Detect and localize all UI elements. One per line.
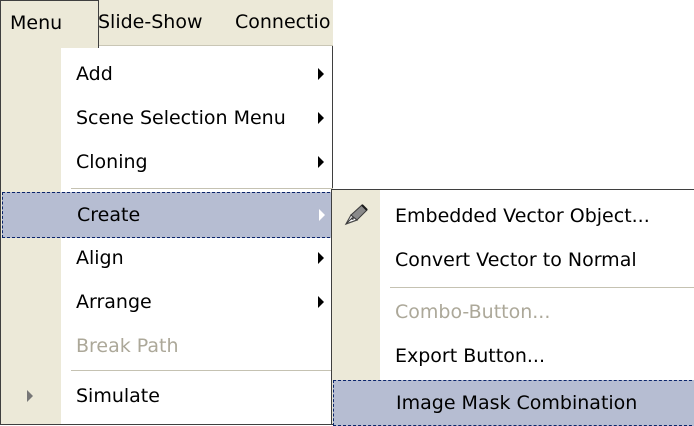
- menu-separator: [71, 188, 333, 189]
- submenu-item-label: Convert Vector to Normal: [395, 249, 637, 271]
- submenu-arrow-icon: [318, 156, 324, 168]
- menu-item-scene-selection-menu[interactable]: Scene Selection Menu: [2, 96, 333, 140]
- create-submenu: Embedded Vector Object... Convert Vector…: [331, 189, 694, 426]
- menu-item-cloning[interactable]: Cloning: [2, 140, 333, 184]
- menubar-item-menu[interactable]: Menu: [0, 0, 99, 48]
- menu-item-label: Cloning: [76, 151, 148, 173]
- submenu-item-embedded-vector-object[interactable]: Embedded Vector Object...: [333, 194, 694, 238]
- menu-item-simulate[interactable]: Simulate: [2, 374, 333, 418]
- menu-item-arrange[interactable]: Arrange: [2, 280, 333, 324]
- submenu-arrow-icon: [318, 252, 324, 264]
- submenu-arrow-icon: [318, 112, 324, 124]
- menu-item-add[interactable]: Add: [2, 52, 333, 96]
- menu-item-label: Simulate: [76, 385, 160, 407]
- vector-pen-icon: [344, 204, 368, 226]
- menu-item-label: Scene Selection Menu: [76, 107, 286, 129]
- menu-bar: Menu Slide-Show Connectio: [0, 0, 333, 48]
- menu-item-label: Add: [76, 63, 113, 85]
- submenu-item-label: Embedded Vector Object...: [395, 205, 650, 227]
- menu-item-label: Create: [77, 204, 141, 226]
- play-arrow-icon: [27, 390, 33, 402]
- submenu-arrow-icon: [318, 68, 324, 80]
- menu-item-create[interactable]: Create: [2, 192, 335, 238]
- menubar-item-slide-show[interactable]: Slide-Show: [98, 0, 223, 46]
- menu-item-label: Align: [76, 247, 124, 269]
- submenu-separator: [390, 287, 694, 288]
- submenu-item-label: Combo-Button...: [395, 301, 551, 323]
- submenu-arrow-icon: [319, 209, 325, 221]
- menu-item-break-path: Break Path: [2, 324, 333, 368]
- submenu-item-combo-button: Combo-Button...: [333, 290, 694, 334]
- submenu-item-label: Image Mask Combination: [396, 392, 638, 414]
- menu-item-align[interactable]: Align: [2, 236, 333, 280]
- submenu-arrow-icon: [318, 296, 324, 308]
- menu-item-label: Break Path: [76, 335, 179, 357]
- submenu-item-export-button[interactable]: Export Button...: [333, 334, 694, 378]
- menu-item-label: Arrange: [76, 291, 152, 313]
- menu-separator: [71, 370, 333, 371]
- menubar-item-connection[interactable]: Connectio: [235, 0, 333, 46]
- main-dropdown-menu: Add Scene Selection Menu Cloning Create …: [0, 46, 335, 425]
- submenu-item-label: Export Button...: [395, 345, 545, 367]
- submenu-item-convert-vector-to-normal[interactable]: Convert Vector to Normal: [333, 238, 694, 282]
- submenu-item-image-mask-combination[interactable]: Image Mask Combination: [333, 380, 694, 426]
